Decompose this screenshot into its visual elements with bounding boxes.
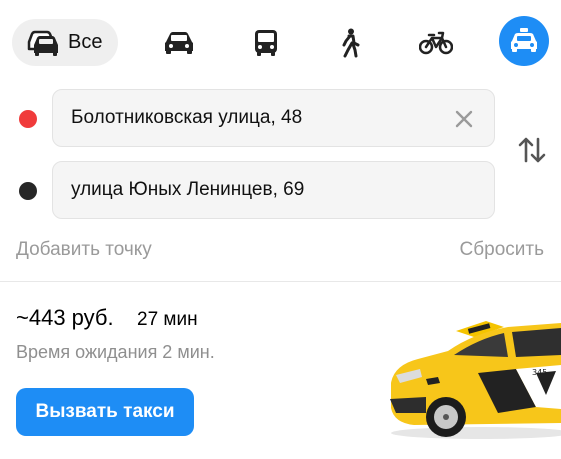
transport-mode-bar: Все <box>12 16 552 70</box>
call-taxi-button[interactable]: Вызвать такси <box>16 388 194 436</box>
start-point-marker <box>19 110 37 128</box>
taxi-price: ~443 руб. <box>16 305 114 330</box>
mode-all-button[interactable]: Все <box>12 19 118 66</box>
car-icon <box>165 32 193 54</box>
mode-walk-button[interactable] <box>326 19 374 67</box>
mode-bicycle-button[interactable] <box>412 19 460 67</box>
to-address-value: улица Юных Ленинцев, 69 <box>71 179 305 200</box>
mode-bus-button[interactable] <box>242 19 290 67</box>
end-point-marker <box>19 182 37 200</box>
mode-car-button[interactable] <box>155 19 203 67</box>
car-number: 345 <box>532 368 547 377</box>
reset-link[interactable]: Сбросить <box>460 239 544 261</box>
trip-duration: 27 мин <box>137 309 198 330</box>
from-address-field[interactable]: Болотниковская улица, 48 <box>52 89 495 147</box>
to-address-field[interactable]: улица Юных Ленинцев, 69 <box>52 161 495 219</box>
swap-arrows-icon[interactable] <box>516 134 548 166</box>
wait-time: Время ожидания 2 мин. <box>16 342 215 362</box>
add-point-link[interactable]: Добавить точку <box>16 239 152 261</box>
bus-icon <box>255 30 277 56</box>
walking-icon <box>342 28 360 58</box>
mode-taxi-button[interactable] <box>499 16 549 66</box>
cars-icon <box>27 30 58 56</box>
bicycle-icon <box>419 31 453 55</box>
taxi-car-image: 345 <box>390 321 561 439</box>
mode-all-label: Все <box>68 31 103 53</box>
divider <box>0 281 561 282</box>
close-icon[interactable] <box>452 107 476 131</box>
taxi-icon <box>511 28 537 52</box>
from-address-value: Болотниковская улица, 48 <box>71 107 303 128</box>
